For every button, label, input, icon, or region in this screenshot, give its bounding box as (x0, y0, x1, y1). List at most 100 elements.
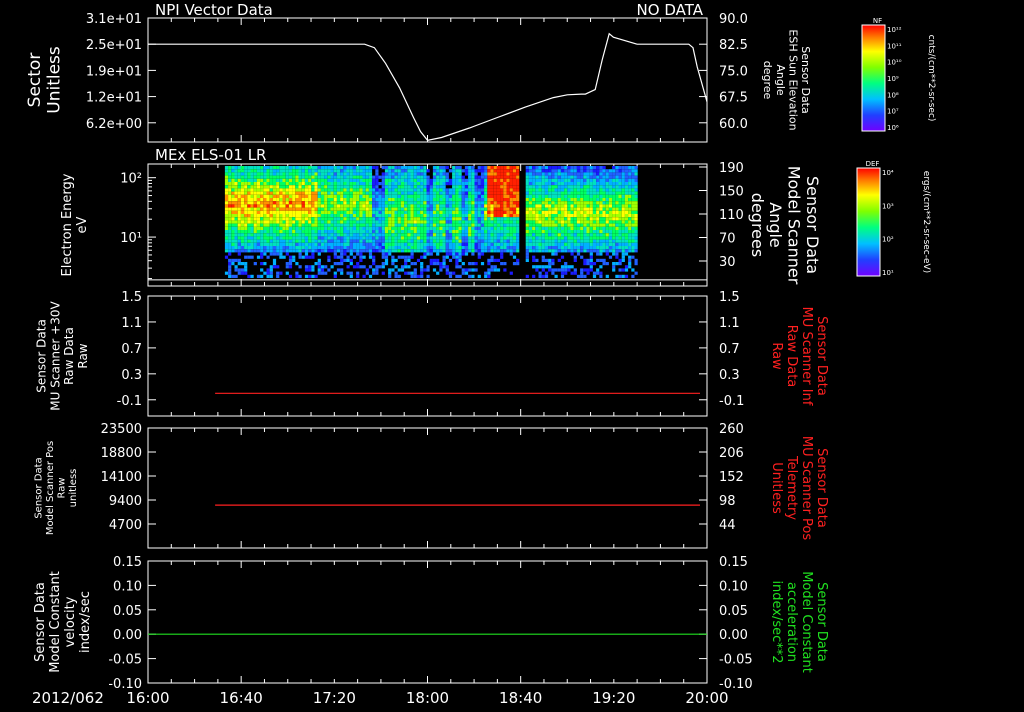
heatmap-cell (362, 172, 366, 176)
heatmap-cell (359, 166, 363, 170)
heatmap-cell (250, 178, 254, 182)
heatmap-cell (413, 268, 417, 272)
heatmap-cell (231, 182, 235, 186)
heatmap-cell (528, 214, 533, 218)
heatmap-cell (288, 169, 293, 173)
heatmap-cell (512, 191, 517, 195)
heatmap-cell (276, 220, 280, 224)
heatmap-cell (573, 242, 577, 246)
heatmap-cell (436, 166, 440, 170)
heatmap-cell (391, 194, 395, 198)
heatmap-cell (621, 201, 625, 205)
heatmap-cell (468, 191, 472, 195)
heatmap-cell (314, 172, 318, 176)
heatmap-cell (426, 191, 430, 195)
heatmap-cell (308, 194, 312, 198)
heatmap-cell (340, 188, 344, 192)
heatmap-cell (432, 242, 437, 246)
heatmap-cell (500, 230, 504, 234)
heatmap-cell (618, 230, 622, 234)
heatmap-cell (589, 185, 593, 189)
heatmap-cell (247, 207, 251, 211)
heatmap-cell (576, 214, 581, 218)
colorbar-1 (861, 24, 886, 132)
heatmap-cell (231, 258, 235, 262)
heatmap-cell (532, 201, 536, 205)
heatmap-cell (336, 210, 341, 214)
heatmap-cell (544, 220, 549, 224)
heatmap-cell (228, 220, 232, 224)
heatmap-cell (352, 198, 357, 202)
panel-4-ylabel-left-line: Raw (56, 477, 67, 498)
heatmap-cell (496, 185, 501, 189)
heatmap-cell (506, 178, 510, 182)
heatmap-cell (455, 233, 459, 237)
heatmap-cell (512, 166, 517, 170)
heatmap-cell (253, 220, 257, 224)
heatmap-cell (381, 262, 385, 266)
heatmap-cell (525, 223, 529, 227)
heatmap-cell (413, 191, 417, 195)
heatmap-cell (343, 210, 347, 214)
heatmap-cell (608, 169, 613, 173)
heatmap-cell (228, 252, 232, 256)
heatmap-cell (596, 242, 600, 246)
heatmap-cell (474, 230, 478, 234)
heatmap-cell (500, 242, 504, 246)
heatmap-cell (330, 169, 334, 173)
heatmap-cell (487, 217, 491, 221)
heatmap-cell (477, 252, 481, 256)
heatmap-cell (464, 207, 469, 211)
heatmap-cell (381, 204, 385, 208)
heatmap-cell (525, 233, 529, 237)
heatmap-cell (464, 201, 469, 205)
heatmap-cell (541, 230, 545, 234)
panel-2-heatmap (224, 166, 638, 278)
heatmap-cell (228, 242, 232, 246)
heatmap-cell (477, 188, 481, 192)
heatmap-cell (634, 271, 638, 275)
heatmap-cell (500, 210, 504, 214)
heatmap-cell (612, 182, 616, 186)
heatmap-cell (308, 166, 312, 170)
heatmap-cell (346, 236, 350, 240)
heatmap-cell (362, 239, 366, 243)
heatmap-cell (231, 166, 235, 170)
heatmap-cell (576, 201, 581, 205)
heatmap-cell (333, 223, 337, 227)
heatmap-cell (320, 233, 325, 237)
heatmap-cell (301, 249, 305, 253)
heatmap-cell (573, 223, 577, 227)
heatmap-cell (324, 220, 328, 224)
heatmap-cell (496, 175, 501, 179)
heatmap-cell (237, 175, 241, 179)
heatmap-cell (528, 217, 533, 221)
heatmap-cell (346, 239, 350, 243)
heatmap-cell (560, 172, 565, 176)
heatmap-cell (365, 210, 369, 214)
heatmap-cell (400, 188, 405, 192)
heatmap-cell (618, 201, 622, 205)
heatmap-cell (560, 201, 565, 205)
heatmap-cell (458, 178, 462, 182)
heatmap-cell (260, 207, 264, 211)
heatmap-cell (359, 169, 363, 173)
heatmap-cell (461, 223, 465, 227)
heatmap-cell (314, 226, 318, 230)
heatmap-cell (532, 249, 536, 253)
heatmap-cell (349, 191, 353, 195)
heatmap-cell (404, 214, 408, 218)
heatmap-cell (538, 274, 542, 278)
panel-3-ylabel-right-line: Raw Data (784, 325, 799, 388)
heatmap-cell (429, 188, 433, 192)
heatmap-cell (394, 239, 398, 243)
heatmap-cell (327, 239, 331, 243)
heatmap-cell (260, 198, 264, 202)
heatmap-cell (448, 223, 453, 227)
heatmap-cell (541, 207, 545, 211)
heatmap-cell (381, 188, 385, 192)
heatmap-cell (368, 214, 373, 218)
heatmap-cell (301, 188, 305, 192)
heatmap-cell (445, 188, 449, 192)
heatmap-cell (509, 178, 513, 182)
